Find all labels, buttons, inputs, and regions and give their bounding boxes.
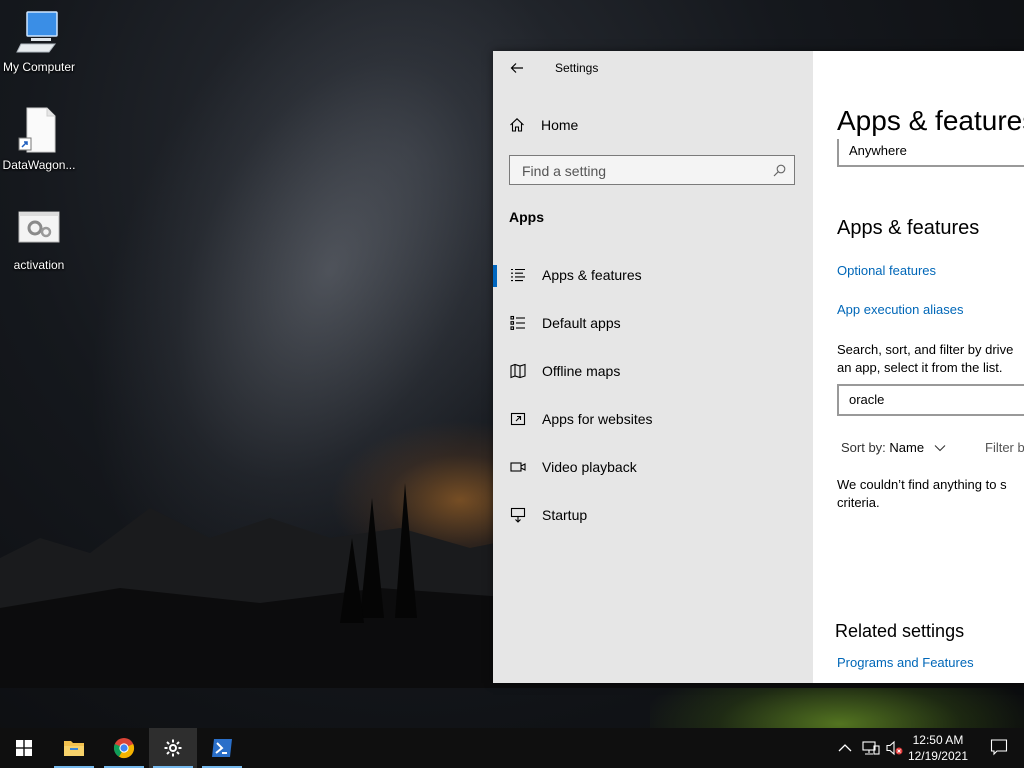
file-shortcut-icon — [15, 106, 63, 154]
network-icon[interactable] — [862, 740, 880, 756]
optional-features-link[interactable]: Optional features — [837, 263, 936, 278]
sidebar-item-label: Apps for websites — [542, 411, 653, 427]
clock-date: 12/19/2021 — [907, 749, 968, 763]
settings-content: Apps & features Anywhere Apps & features… — [813, 51, 1024, 683]
programs-and-features-link[interactable]: Programs and Features — [837, 655, 974, 670]
sidebar-item-startup[interactable]: Startup — [493, 495, 813, 535]
active-indicator — [493, 265, 497, 287]
sidebar-item-default-apps[interactable]: Default apps — [493, 303, 813, 343]
computer-icon — [15, 8, 63, 56]
settings-window: Settings Home Apps Apps & features — [493, 51, 1024, 683]
sidebar-item-label: Startup — [542, 507, 588, 523]
taskbar-file-explorer[interactable] — [50, 728, 98, 768]
folder-icon — [64, 741, 84, 756]
start-button[interactable] — [0, 728, 48, 768]
chevron-down-icon — [934, 445, 946, 452]
desktop-icon-label: My Computer — [2, 60, 76, 74]
sort-value: Name — [889, 440, 925, 455]
home-label: Home — [541, 117, 579, 133]
apps-features-icon — [510, 267, 526, 283]
page-title: Apps & features — [837, 105, 1024, 136]
taskbar: 12:50 AM 12/19/2021 — [0, 728, 1024, 768]
no-results-line: criteria. — [837, 495, 880, 510]
offline-maps-icon — [510, 363, 526, 379]
sidebar-item-offline-maps[interactable]: Offline maps — [493, 351, 813, 391]
script-gear-icon — [15, 206, 63, 254]
sidebar-item-label: Default apps — [542, 315, 621, 331]
install-source-dropdown[interactable]: Anywhere — [837, 139, 1024, 167]
sort-label: Sort by: — [841, 440, 886, 455]
powershell-icon — [212, 739, 232, 757]
desktop-icon-activation[interactable]: activation — [0, 206, 78, 272]
taskbar-chrome[interactable] — [100, 728, 148, 768]
taskbar-clock[interactable]: 12:50 AM 12/19/2021 — [908, 732, 968, 764]
action-center-button[interactable] — [990, 738, 1008, 761]
desktop-icon-my-computer[interactable]: My Computer — [0, 8, 78, 74]
desktop-icon-label: activation — [13, 258, 65, 272]
arrow-left-icon — [510, 63, 523, 73]
sidebar-item-video-playback[interactable]: Video playback — [493, 447, 813, 487]
find-setting-search[interactable] — [509, 155, 795, 185]
startup-icon — [510, 507, 526, 523]
search-icon — [773, 164, 786, 177]
sidebar-item-label: Offline maps — [542, 363, 621, 379]
apps-websites-icon — [510, 411, 526, 427]
system-tray — [838, 728, 904, 768]
taskbar-powershell[interactable] — [198, 728, 246, 768]
filter-dropdown[interactable]: Filter b — [985, 440, 1024, 455]
section-title: Apps & features — [837, 217, 980, 239]
description-line: Search, sort, and filter by drive — [837, 342, 1014, 357]
sidebar-item-apps-for-websites[interactable]: Apps for websites — [493, 399, 813, 439]
title-bar[interactable]: Settings — [493, 51, 813, 85]
description-line: an app, select it from the list. — [837, 360, 1003, 375]
sort-dropdown[interactable]: Sort by: Name — [841, 440, 946, 455]
search-input[interactable] — [520, 162, 764, 180]
notification-icon — [990, 739, 1008, 756]
video-playback-icon — [510, 459, 526, 475]
gear-icon — [164, 739, 182, 757]
related-settings-heading: Related settings — [835, 621, 965, 641]
desktop-icon-datawagon[interactable]: DataWagon... — [0, 106, 78, 172]
windows-logo-icon — [16, 740, 32, 756]
sidebar-item-label: Video playback — [542, 459, 637, 475]
desktop-icon-label: DataWagon... — [2, 158, 76, 172]
section-heading: Apps — [509, 209, 544, 225]
window-title: Settings — [555, 61, 599, 75]
back-button[interactable] — [507, 58, 527, 78]
home-icon — [510, 118, 524, 132]
app-execution-aliases-link[interactable]: App execution aliases — [837, 302, 963, 317]
chevron-up-icon[interactable] — [838, 743, 852, 753]
default-apps-icon — [510, 315, 526, 331]
chrome-icon — [113, 738, 135, 759]
volume-muted-icon[interactable] — [886, 740, 904, 756]
clock-time: 12:50 AM — [912, 733, 964, 747]
home-nav[interactable]: Home — [509, 113, 578, 137]
settings-sidebar: Settings Home Apps Apps & features — [493, 51, 813, 683]
no-results-message: We couldn’t find anything to s criteria. — [837, 476, 1007, 512]
no-results-line: We couldn’t find anything to s — [837, 477, 1007, 492]
sidebar-item-label: Apps & features — [542, 267, 642, 283]
app-search-input[interactable]: oracle — [837, 384, 1024, 416]
sidebar-item-apps-features[interactable]: Apps & features — [493, 255, 813, 295]
description-text: Search, sort, and filter by drive an app… — [837, 341, 1013, 377]
taskbar-settings[interactable] — [149, 728, 197, 768]
